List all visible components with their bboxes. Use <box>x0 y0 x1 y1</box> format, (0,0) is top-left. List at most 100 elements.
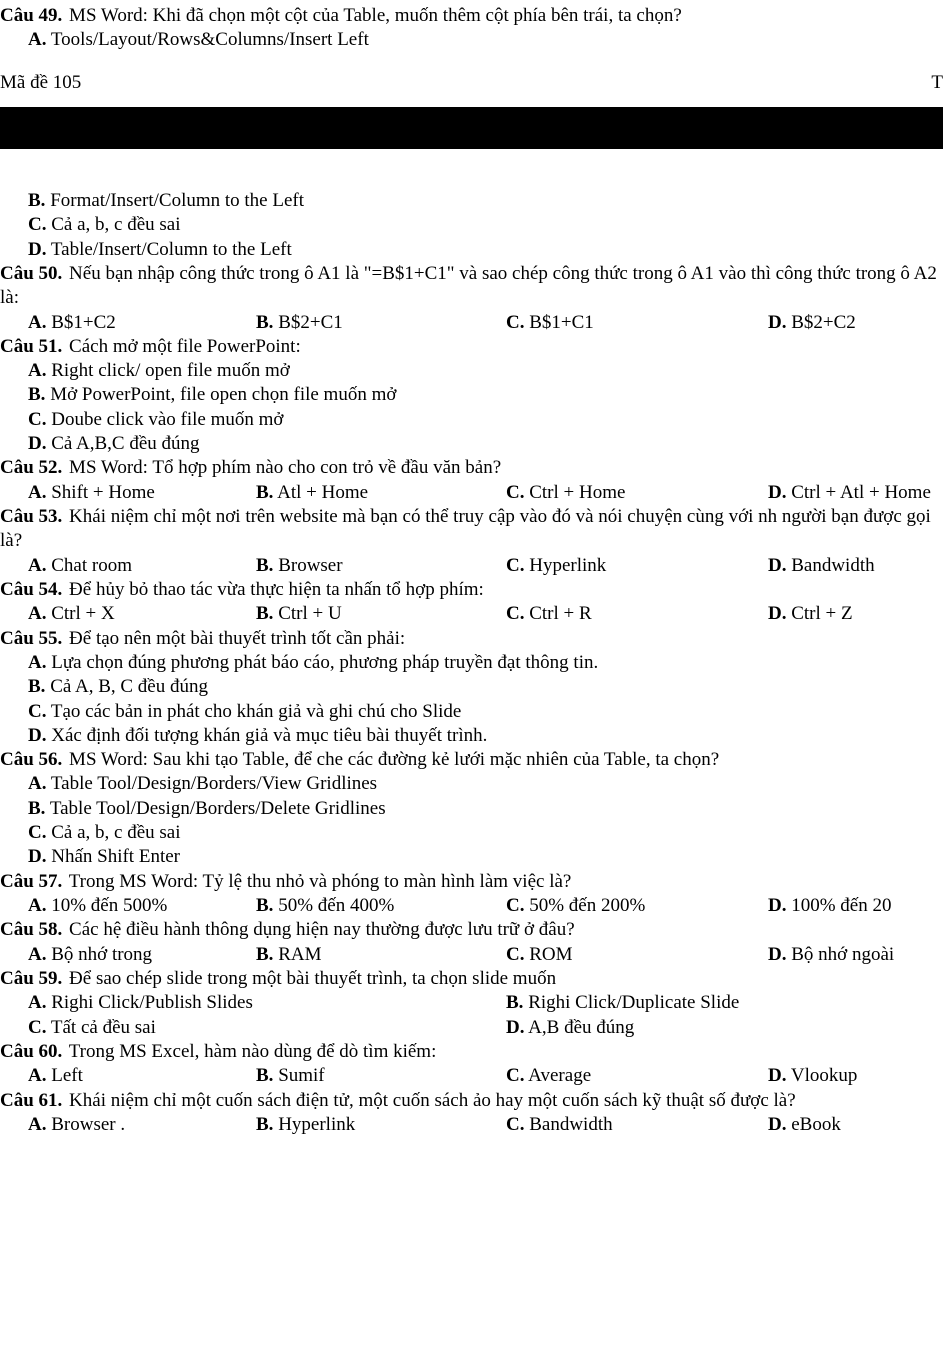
option-51-b: B. Mở PowerPoint, file open chọn file mu… <box>0 383 943 407</box>
question-text: Các hệ điều hành thông dụng hiện nay thư… <box>64 919 574 940</box>
option-label: C. <box>28 409 46 430</box>
option-label: B. <box>28 384 45 405</box>
option-label: C. <box>28 1017 46 1038</box>
option-text: Bandwidth <box>524 1114 612 1135</box>
option-text: Vlookup <box>786 1065 857 1086</box>
option-text: Cả a, b, c đều sai <box>46 822 180 843</box>
options-50: A. B$1+C2 B. B$2+C1 C. B$1+C1 D. B$2+C2 <box>0 311 943 335</box>
option-text: Bộ nhớ trong <box>46 944 152 965</box>
option-label: B. <box>256 482 273 503</box>
question-60: Câu 60. Trong MS Excel, hàm nào dùng để … <box>0 1040 943 1064</box>
question-label: Câu 54. <box>0 579 62 600</box>
option-text: Righi Click/Publish Slides <box>46 992 252 1013</box>
option-label: D. <box>28 239 46 260</box>
option-label: D. <box>28 846 46 867</box>
option-text: 100% đến 20 <box>786 895 891 916</box>
option-label: D. <box>768 555 786 576</box>
option-51-a: A. Right click/ open file muốn mở <box>0 359 943 383</box>
option-55-c: C. Tạo các bản in phát cho khán giả và g… <box>0 700 943 724</box>
option-text: Xác định đối tượng khán giả và mục tiêu … <box>46 725 487 746</box>
question-50: Câu 50. Nếu bạn nhập công thức trong ô A… <box>0 262 943 311</box>
option-label: D. <box>768 482 786 503</box>
option-text: RAM <box>273 944 321 965</box>
option-label: C. <box>28 701 46 722</box>
option-49-a: A. Tools/Layout/Rows&Columns/Insert Left <box>0 28 943 52</box>
option-text: Ctrl + X <box>46 603 114 624</box>
option-text: B$2+C1 <box>273 312 342 333</box>
option-label: A. <box>28 555 46 576</box>
option-text: B$2+C2 <box>786 312 855 333</box>
option-label: B. <box>506 992 523 1013</box>
option-label: D. <box>506 1017 524 1038</box>
option-text: Format/Insert/Column to the Left <box>45 190 304 211</box>
option-label: B. <box>256 895 273 916</box>
option-text: Atl + Home <box>273 482 368 503</box>
option-text: Browser <box>273 555 342 576</box>
option-text: Shift + Home <box>46 482 154 503</box>
option-55-d: D. Xác định đối tượng khán giả và mục ti… <box>0 724 943 748</box>
question-text: Cách mở một file PowerPoint: <box>64 336 300 357</box>
option-text: Hyperlink <box>524 555 606 576</box>
question-label: Câu 50. <box>0 263 62 284</box>
option-text: Tạo các bản in phát cho khán giả và ghi … <box>46 701 461 722</box>
option-text: Ctrl + Atl + Home <box>786 482 930 503</box>
option-label: C. <box>506 1065 524 1086</box>
option-label: D. <box>768 312 786 333</box>
question-56: Câu 56. MS Word: Sau khi tạo Table, để c… <box>0 748 943 772</box>
option-label: A. <box>28 603 46 624</box>
option-label: D. <box>768 944 786 965</box>
option-text: Ctrl + Z <box>786 603 852 624</box>
question-text: MS Word: Tổ hợp phím nào cho con trỏ về … <box>64 457 501 478</box>
option-label: C. <box>506 312 524 333</box>
option-text: 50% đến 200% <box>524 895 645 916</box>
option-label: A. <box>28 29 46 50</box>
option-label: B. <box>256 603 273 624</box>
option-label: A. <box>28 944 46 965</box>
option-text: Tools/Layout/Rows&Columns/Insert Left <box>46 29 368 50</box>
question-label: Câu 56. <box>0 749 62 770</box>
question-label: Câu 61. <box>0 1090 62 1111</box>
question-label: Câu 58. <box>0 919 62 940</box>
option-label: A. <box>28 992 46 1013</box>
option-55-a: A. Lựa chọn đúng phương phát báo cáo, ph… <box>0 651 943 675</box>
question-58: Câu 58. Các hệ điều hành thông dụng hiện… <box>0 918 943 942</box>
option-text: Nhấn Shift Enter <box>46 846 180 867</box>
question-label: Câu 53. <box>0 506 62 527</box>
option-label: B. <box>256 1065 273 1086</box>
option-text: Table/Insert/Column to the Left <box>46 239 291 260</box>
option-label: C. <box>28 214 46 235</box>
question-text: Nếu bạn nhập công thức trong ô A1 là "=B… <box>0 263 937 308</box>
question-label: Câu 55. <box>0 628 62 649</box>
option-label: B. <box>256 1114 273 1135</box>
option-label: A. <box>28 652 46 673</box>
option-label: A. <box>28 312 46 333</box>
page-marker: T <box>931 71 943 95</box>
black-divider-bar <box>0 107 943 149</box>
options-54: A. Ctrl + X B. Ctrl + U C. Ctrl + R D. C… <box>0 602 943 626</box>
options-60: A. Left B. Sumif C. Average D. Vlookup <box>0 1064 943 1088</box>
option-label: A. <box>28 1114 46 1135</box>
option-51-c: C. Doube click vào file muốn mở <box>0 408 943 432</box>
exam-code-row: Mã đề 105 T <box>0 71 943 97</box>
option-text: Left <box>46 1065 82 1086</box>
option-label: C. <box>506 895 524 916</box>
option-text: Cả a, b, c đều sai <box>46 214 180 235</box>
option-label: D. <box>28 433 46 454</box>
option-label: C. <box>506 944 524 965</box>
option-49-c: C. Cả a, b, c đều sai <box>0 213 943 237</box>
question-text: Khái niệm chỉ một nơi trên website mà bạ… <box>0 506 931 551</box>
option-text: Browser . <box>46 1114 125 1135</box>
option-label: B. <box>28 676 45 697</box>
option-text: Ctrl + U <box>273 603 341 624</box>
question-text: MS Word: Sau khi tạo Table, để che các đ… <box>64 749 719 770</box>
option-55-b: B. Cả A, B, C đều đúng <box>0 675 943 699</box>
question-text: MS Word: Khi đã chọn một cột của Table, … <box>64 5 682 26</box>
option-label: D. <box>768 895 786 916</box>
option-text: Average <box>524 1065 591 1086</box>
option-56-d: D. Nhấn Shift Enter <box>0 845 943 869</box>
question-51: Câu 51. Cách mở một file PowerPoint: <box>0 335 943 359</box>
options-58: A. Bộ nhớ trong B. RAM C. ROM D. Bộ nhớ … <box>0 943 943 967</box>
option-text: Mở PowerPoint, file open chọn file muốn … <box>45 384 396 405</box>
question-text: Trong MS Excel, hàm nào dùng để dò tìm k… <box>64 1041 436 1062</box>
option-49-d: D. Table/Insert/Column to the Left <box>0 238 943 262</box>
